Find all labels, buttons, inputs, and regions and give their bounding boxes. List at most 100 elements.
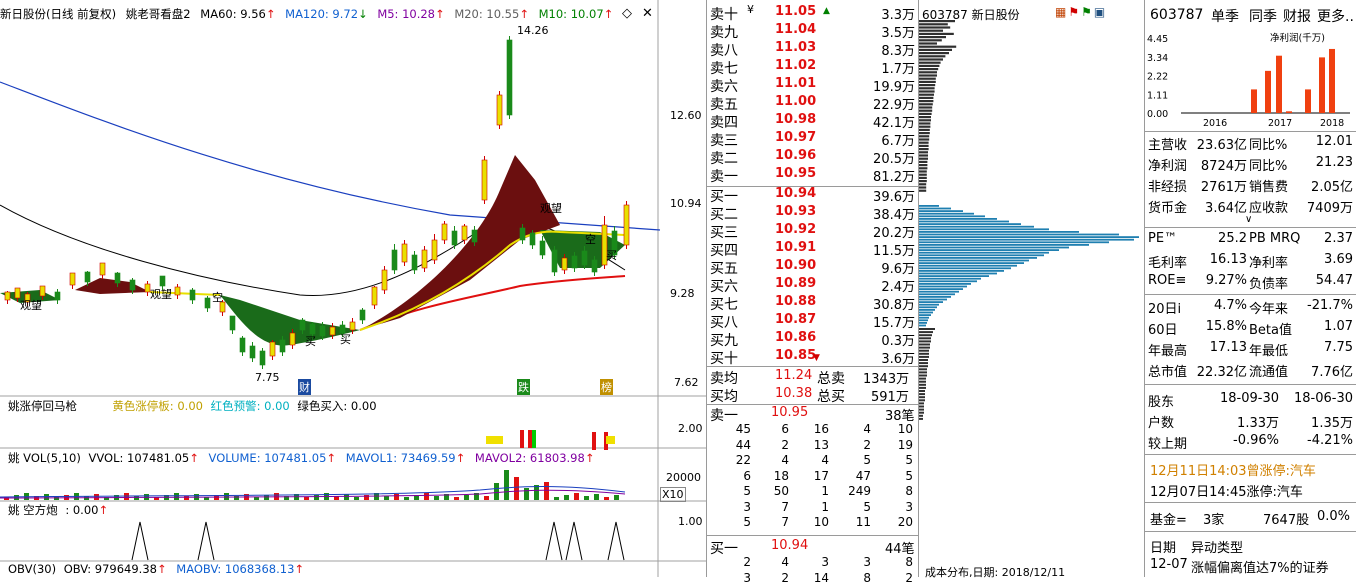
buy-level-price[interactable]: 10.92 <box>775 222 816 237</box>
sell-level-price[interactable]: 11.03 <box>775 40 816 55</box>
tab-quarter[interactable]: 单季 <box>1211 6 1239 26</box>
dist-bar-upper <box>919 132 930 135</box>
vol-bar <box>534 485 539 500</box>
dist-bar-profit <box>919 288 963 290</box>
kong-signal <box>131 521 149 561</box>
tab-report[interactable]: 财报 <box>1283 6 1311 26</box>
order-count-cell: 4 <box>821 453 829 467</box>
buy-level-price[interactable]: 10.85 <box>775 348 816 363</box>
dist-bar-profit <box>919 296 951 298</box>
buy-level-volume: 38.4万 <box>873 208 915 223</box>
buy-level-label[interactable]: 买九 <box>710 330 738 350</box>
profit-y-tick: 4.45 <box>1147 34 1168 45</box>
buy-level-label[interactable]: 买五 <box>710 258 738 278</box>
candle-body <box>229 315 236 331</box>
sell-level-label[interactable]: 卖一 <box>710 166 738 186</box>
tag-cai[interactable]: 财 <box>298 379 311 395</box>
buy-level-label[interactable]: 买七 <box>710 294 738 314</box>
sell-level-label[interactable]: 卖三 <box>710 130 738 150</box>
buy-level-label[interactable]: 买四 <box>710 240 738 260</box>
dist-bar-profit <box>919 259 1029 262</box>
buy-level-label[interactable]: 买一 <box>710 186 738 206</box>
chart-label-guanwang-2: 观望 <box>150 288 172 301</box>
sell-level-label[interactable]: 卖二 <box>710 148 738 168</box>
candle-body <box>391 249 398 271</box>
fin-cell: 60日 <box>1148 323 1178 338</box>
dist-bar-upper <box>919 164 928 167</box>
sell-level-label[interactable]: 卖六 <box>710 76 738 96</box>
sell-level-price[interactable]: 11.01 <box>775 76 816 91</box>
dist-bar-lower <box>919 368 927 371</box>
date-header: 日期 <box>1150 541 1177 556</box>
sell-level-label[interactable]: 卖四 <box>710 112 738 132</box>
event-date: 12-07 <box>1150 557 1188 572</box>
buy-level-label[interactable]: 买二 <box>710 204 738 224</box>
sell-level-label[interactable]: 卖七 <box>710 58 738 78</box>
expand-icon[interactable]: ∨ <box>1245 214 1252 225</box>
event-desc[interactable]: 涨幅偏离值达7%的证券 <box>1191 557 1329 576</box>
image-icon[interactable]: ▣ <box>1094 5 1107 19</box>
tag-die[interactable]: 跌 <box>517 379 530 395</box>
toolbar-icons[interactable]: ▦⚑⚑▣ <box>1055 5 1107 19</box>
sell-level-price[interactable]: 10.95 <box>775 166 816 181</box>
sell-level-price[interactable]: 10.96 <box>775 148 816 163</box>
limit-yellow-marker <box>494 436 503 444</box>
sell-level-price[interactable]: 10.97 <box>775 130 816 145</box>
total-sell-label: 总卖 <box>817 371 845 387</box>
flag-green-icon[interactable]: ⚑ <box>1081 5 1094 19</box>
tab-more[interactable]: 更多.. <box>1317 6 1354 26</box>
flag-red-icon[interactable]: ⚑ <box>1068 5 1081 19</box>
candle-body <box>496 94 503 126</box>
sell-level-price[interactable]: 11.02 <box>775 58 816 73</box>
maobv-label: MAOBV: 1068368.13 <box>176 562 295 576</box>
buy-level-price[interactable]: 10.88 <box>775 294 816 309</box>
limit-marker <box>592 432 596 450</box>
sell-level-price[interactable]: 11.05 <box>775 4 816 19</box>
buy-level-label[interactable]: 买六 <box>710 276 738 296</box>
buy-level-label[interactable]: 买三 <box>710 222 738 242</box>
buy-level-label[interactable]: 买八 <box>710 312 738 332</box>
kline-chart[interactable]: 新日股份(日线 前复权) 姚老哥看盘2 MA60: 9.56↑ MA120: 9… <box>0 0 706 577</box>
sell-level-label[interactable]: 卖五 <box>710 94 738 114</box>
sell-level-label[interactable]: 卖十 <box>710 4 738 24</box>
kong-signal <box>545 521 563 561</box>
dist-bar-lower <box>919 380 926 383</box>
type-header: 异动类型 <box>1191 541 1244 556</box>
buy-level-price[interactable]: 10.94 <box>775 186 816 201</box>
vol-bar <box>524 488 529 500</box>
buy-level-price[interactable]: 10.87 <box>775 312 816 327</box>
sell-level-price[interactable]: 10.98 <box>775 112 816 127</box>
news-item-2[interactable]: 12月07日14:45涨停:汽车 <box>1150 481 1303 500</box>
dist-bar-upper <box>919 45 957 48</box>
sell-level-price[interactable]: 11.04 <box>775 22 816 37</box>
buy-level-price[interactable]: 10.86 <box>775 330 816 345</box>
sell-level-label[interactable]: 卖八 <box>710 40 738 60</box>
sell-level-volume: 8.3万 <box>881 44 915 59</box>
sell-level-price[interactable]: 11.00 <box>775 94 816 109</box>
sell-level-volume: 42.1万 <box>873 116 915 131</box>
buy-level-price[interactable]: 10.91 <box>775 240 816 255</box>
buy-level-price[interactable]: 10.89 <box>775 276 816 291</box>
total-buy-label: 总买 <box>817 389 845 405</box>
tag-bang[interactable]: 榜 <box>600 379 613 395</box>
dist-bar-upper <box>919 100 934 103</box>
news-item-1[interactable]: 12月11日14:03曾涨停:汽车 <box>1150 460 1316 479</box>
buy-level-price[interactable]: 10.93 <box>775 204 816 219</box>
cost-distribution-panel[interactable]: 603787 新日股份 ▦⚑⚑▣ 成本分布,日期: 2018/12/11 <box>918 0 1144 579</box>
candle-body <box>279 339 286 353</box>
buy-level-price[interactable]: 10.90 <box>775 258 816 273</box>
close-icon[interactable]: ✕ <box>642 6 653 21</box>
dist-bar-profit <box>919 257 1037 259</box>
sell-level-label[interactable]: 卖九 <box>710 22 738 42</box>
fin-cell: 9.27% <box>1205 273 1247 288</box>
diamond-icon[interactable]: ◇ <box>622 6 632 21</box>
candle-body <box>319 325 326 337</box>
tab-same-quarter[interactable]: 同季 <box>1249 6 1277 26</box>
buy-level-label[interactable]: 买十 <box>710 348 738 368</box>
candle-body <box>401 243 408 263</box>
fin-cell: 2761万 <box>1200 180 1247 195</box>
buy-avg-label: 买均 <box>710 389 738 405</box>
order-count-cell: 16 <box>813 422 829 436</box>
chart-icon[interactable]: ▦ <box>1055 5 1068 19</box>
order-count-cell: 47 <box>855 468 871 483</box>
